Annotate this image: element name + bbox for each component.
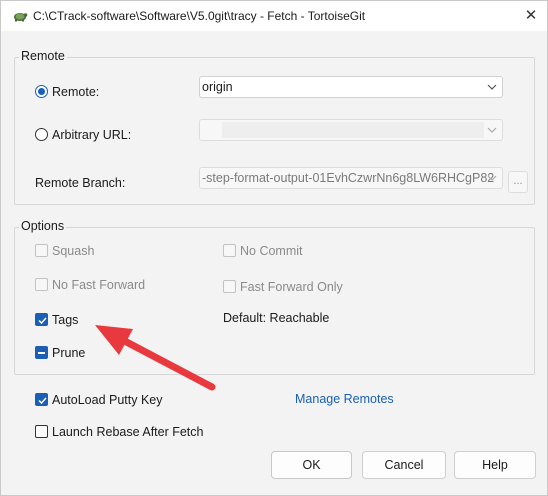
launch-rebase-checkbox[interactable] bbox=[35, 425, 48, 438]
remote-radio-label: Remote: bbox=[52, 85, 100, 99]
squash-label: Squash bbox=[52, 244, 95, 258]
cancel-button[interactable]: Cancel bbox=[362, 451, 446, 479]
checkmark-icon bbox=[38, 397, 47, 405]
remote-combo[interactable]: origin bbox=[199, 76, 503, 98]
window-title: C:\CTrack-software\Software\V5.0git\trac… bbox=[33, 9, 366, 23]
fast-forward-only-checkbox[interactable] bbox=[223, 280, 236, 293]
title-bar[interactable]: C:\CTrack-software\Software\V5.0git\trac… bbox=[1, 1, 547, 31]
fetch-dialog: C:\CTrack-software\Software\V5.0git\trac… bbox=[0, 0, 548, 496]
close-icon[interactable]: ✕ bbox=[521, 6, 541, 26]
arbitrary-url-radio[interactable] bbox=[35, 128, 48, 141]
annotation-arrow bbox=[95, 325, 216, 391]
autoload-putty-checkbox[interactable] bbox=[35, 393, 48, 406]
chevron-down-icon bbox=[487, 127, 497, 133]
arbitrary-url-label: Arbitrary URL: bbox=[52, 128, 132, 142]
remote-group-title: Remote bbox=[19, 49, 67, 63]
help-button[interactable]: Help bbox=[454, 451, 536, 479]
remote-branch-combo[interactable]: -step-format-output-01EvhCzwrNn6g8LW6RHC… bbox=[199, 167, 503, 189]
chevron-down-icon bbox=[487, 175, 497, 181]
arbitrary-url-combo[interactable] bbox=[199, 119, 503, 141]
browse-branch-button[interactable]: ... bbox=[508, 171, 528, 193]
launch-rebase-label: Launch Rebase After Fetch bbox=[52, 425, 204, 439]
tags-checkbox[interactable] bbox=[35, 313, 48, 326]
chevron-down-icon bbox=[487, 84, 497, 90]
tortoisegit-icon bbox=[14, 13, 28, 22]
manage-remotes-link[interactable]: Manage Remotes bbox=[295, 392, 394, 406]
no-fast-forward-label: No Fast Forward bbox=[52, 278, 146, 292]
tags-label: Tags bbox=[52, 313, 79, 327]
no-commit-label: No Commit bbox=[240, 244, 303, 258]
tags-default-text: Default: Reachable bbox=[223, 311, 330, 325]
remote-branch-value: -step-format-output-01EvhCzwrNn6g8LW6RHC… bbox=[202, 171, 495, 185]
prune-checkbox[interactable] bbox=[35, 346, 48, 359]
no-fast-forward-checkbox[interactable] bbox=[35, 278, 48, 291]
arbitrary-url-input-area bbox=[222, 122, 484, 138]
fast-forward-only-label: Fast Forward Only bbox=[240, 280, 343, 294]
checkmark-icon bbox=[38, 317, 47, 325]
options-group-title: Options bbox=[19, 219, 67, 233]
squash-checkbox[interactable] bbox=[35, 244, 48, 257]
remote-radio[interactable] bbox=[35, 85, 48, 98]
remote-combo-value: origin bbox=[202, 80, 233, 94]
remote-branch-label: Remote Branch: bbox=[35, 176, 126, 190]
ok-button[interactable]: OK bbox=[271, 451, 352, 479]
no-commit-checkbox[interactable] bbox=[223, 244, 236, 257]
